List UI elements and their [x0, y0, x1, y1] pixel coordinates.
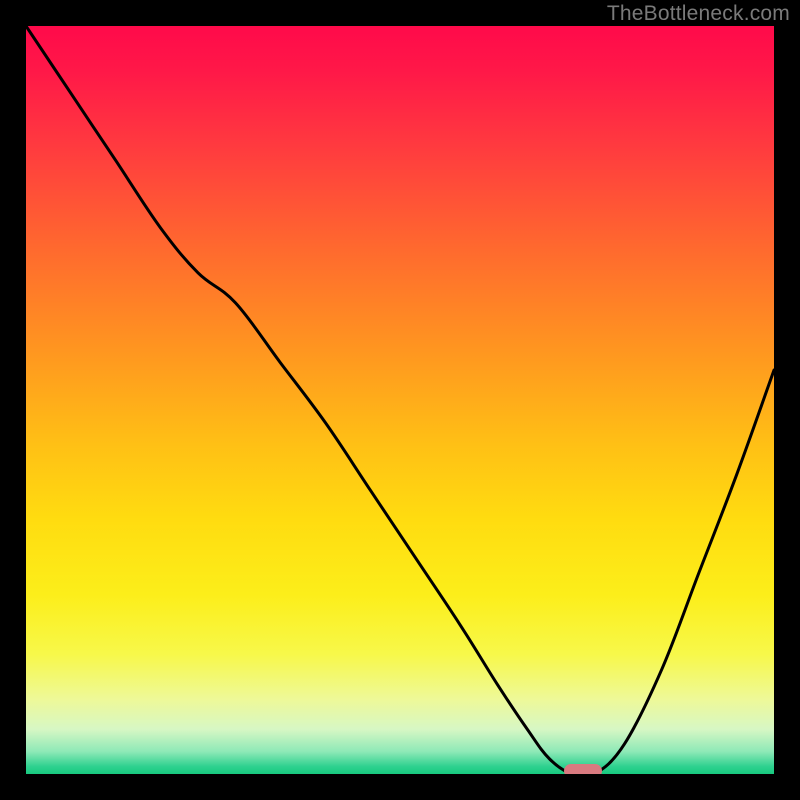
curve-path: [26, 26, 774, 774]
bottleneck-curve: [26, 26, 774, 774]
optimal-marker: [564, 764, 602, 774]
chart-frame: TheBottleneck.com: [0, 0, 800, 800]
plot-area: [26, 26, 774, 774]
watermark-text: TheBottleneck.com: [607, 2, 790, 26]
